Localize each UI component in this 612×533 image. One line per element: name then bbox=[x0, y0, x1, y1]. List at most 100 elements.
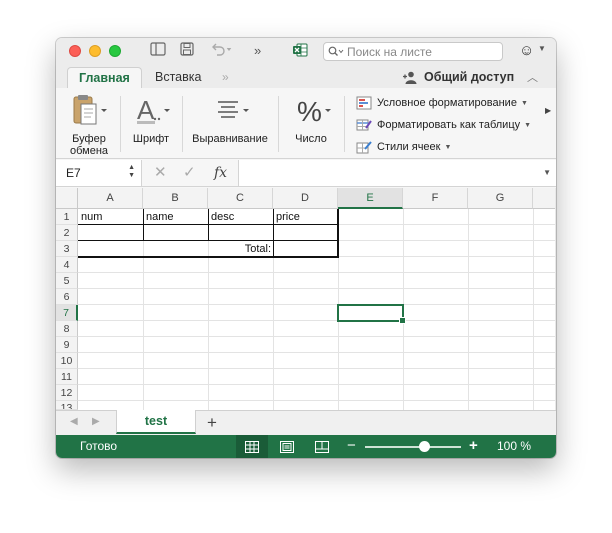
tab-home[interactable]: Главная bbox=[67, 67, 142, 88]
zoom-window-button[interactable] bbox=[109, 45, 121, 57]
active-cell-e7[interactable] bbox=[337, 304, 406, 324]
excel-logo-icon bbox=[292, 42, 308, 60]
column-header-b[interactable]: B bbox=[143, 188, 208, 209]
column-header-c[interactable]: C bbox=[208, 188, 273, 209]
column-header-f[interactable]: F bbox=[403, 188, 468, 209]
grid-line bbox=[78, 304, 556, 305]
save-icon[interactable] bbox=[180, 42, 194, 60]
font-icon: A bbox=[126, 92, 176, 128]
row-header-6[interactable]: 6 bbox=[56, 289, 78, 305]
select-all-corner[interactable] bbox=[56, 188, 78, 209]
cell-styles-button[interactable]: Стили ячеек ▼ bbox=[356, 136, 546, 158]
zoom-slider-track[interactable] bbox=[365, 446, 461, 448]
cell-c3[interactable]: Total: bbox=[209, 241, 273, 257]
row-header-4[interactable]: 4 bbox=[56, 257, 78, 273]
undo-icon[interactable] bbox=[210, 42, 232, 60]
cell-b1[interactable]: name bbox=[144, 209, 176, 225]
close-window-button[interactable] bbox=[69, 45, 81, 57]
column-header-e[interactable]: E bbox=[338, 188, 403, 209]
minimize-window-button[interactable] bbox=[89, 45, 101, 57]
clipboard-label-2: обмена bbox=[69, 145, 109, 157]
title-bar: » Поиск на листе ☺ ▼ bbox=[56, 38, 556, 64]
cell-border bbox=[337, 209, 339, 258]
sheet-tab-test[interactable]: test bbox=[116, 410, 196, 434]
page-layout-view-button[interactable] bbox=[271, 435, 303, 458]
ribbon-divider bbox=[278, 96, 279, 152]
add-sheet-icon[interactable]: + bbox=[207, 413, 217, 433]
zoom-out-button[interactable]: − bbox=[347, 437, 356, 455]
search-field[interactable]: Поиск на листе bbox=[323, 42, 503, 61]
grid-line bbox=[78, 336, 556, 337]
insert-function-icon[interactable]: fx bbox=[214, 164, 227, 182]
grid-line bbox=[78, 384, 556, 385]
chevron-down-icon: ▼ bbox=[524, 121, 532, 129]
cancel-icon[interactable]: ✕ bbox=[154, 164, 167, 182]
feedback-smile-icon[interactable]: ☺ bbox=[519, 42, 534, 60]
conditional-formatting-button[interactable]: Условное форматирование ▼ bbox=[356, 92, 546, 114]
row-header-9[interactable]: 9 bbox=[56, 337, 78, 353]
ribbon-tabs: Главная Вставка » Общий доступ ︿ bbox=[56, 64, 556, 88]
font-label: Шрифт bbox=[132, 133, 170, 145]
ribbon-scroll-right-icon[interactable]: ▶ bbox=[545, 106, 551, 115]
sheet-tab-bar: ◀ ▶ test + bbox=[56, 410, 556, 435]
add-person-icon bbox=[403, 71, 417, 84]
chevron-down-icon[interactable]: ▼ bbox=[543, 168, 551, 177]
format-as-table-button[interactable]: Форматировать как таблицу ▼ bbox=[356, 114, 546, 136]
ribbon-divider bbox=[182, 96, 183, 152]
column-header-a[interactable]: A bbox=[78, 188, 143, 209]
status-ready: Готово bbox=[80, 439, 118, 453]
row-header-1[interactable]: 1 bbox=[56, 209, 78, 225]
cell-d1[interactable]: price bbox=[274, 209, 302, 225]
prev-sheet-icon[interactable]: ◀ bbox=[70, 416, 78, 427]
tab-insert[interactable]: Вставка bbox=[144, 67, 212, 88]
column-header-h[interactable] bbox=[533, 188, 556, 209]
cell-styles-label: Стили ячеек bbox=[377, 141, 441, 153]
next-sheet-icon[interactable]: ▶ bbox=[92, 416, 100, 427]
more-icon[interactable]: » bbox=[254, 42, 261, 60]
row-header-13[interactable]: 13 bbox=[56, 401, 78, 410]
row-header-11[interactable]: 11 bbox=[56, 369, 78, 385]
cell-a1[interactable]: num bbox=[79, 209, 104, 225]
row-header-12[interactable]: 12 bbox=[56, 385, 78, 401]
styles-group: Условное форматирование ▼ Форматировать … bbox=[356, 92, 546, 158]
normal-view-button[interactable] bbox=[236, 435, 268, 458]
page-break-view-button[interactable] bbox=[306, 435, 338, 458]
grid-line bbox=[78, 400, 556, 401]
row-header-8[interactable]: 8 bbox=[56, 321, 78, 337]
share-button[interactable]: Общий доступ bbox=[402, 68, 514, 86]
stepper-icon[interactable]: ▲ ▼ bbox=[128, 164, 135, 180]
grid-line bbox=[78, 288, 556, 289]
vertical-scrollbar[interactable] bbox=[555, 188, 556, 410]
row-header-2[interactable]: 2 bbox=[56, 225, 78, 241]
conditional-formatting-icon bbox=[356, 96, 372, 110]
svg-text:%: % bbox=[297, 96, 322, 127]
zoom-slider-thumb[interactable] bbox=[419, 441, 431, 452]
share-label: Общий доступ bbox=[424, 70, 515, 84]
column-header-d[interactable]: D bbox=[273, 188, 338, 209]
page-layout-icon bbox=[280, 440, 294, 453]
font-group[interactable]: A Шрифт bbox=[126, 92, 176, 145]
row-header-3[interactable]: 3 bbox=[56, 241, 78, 257]
zoom-in-button[interactable]: + bbox=[469, 437, 478, 455]
more-tabs-icon[interactable]: » bbox=[222, 70, 229, 84]
clipboard-group[interactable]: Буфер обмена bbox=[64, 92, 114, 157]
row-header-10[interactable]: 10 bbox=[56, 353, 78, 369]
spreadsheet-grid[interactable]: A B C D E F G 1 2 3 4 5 6 7 8 9 10 11 12… bbox=[56, 188, 556, 410]
number-group[interactable]: % Число bbox=[286, 92, 336, 145]
alignment-label: Выравнивание bbox=[192, 133, 268, 145]
zoom-level[interactable]: 100 % bbox=[497, 439, 531, 454]
name-box[interactable]: E7 ▲ ▼ bbox=[56, 160, 142, 186]
formula-bar: E7 ▲ ▼ ✕ ✓ fx ▼ bbox=[56, 160, 556, 187]
cell-c1[interactable]: desc bbox=[209, 209, 236, 225]
status-bar: Готово − + 100 % bbox=[56, 435, 556, 458]
collapse-ribbon-icon[interactable]: ︿ bbox=[527, 69, 538, 85]
column-header-g[interactable]: G bbox=[468, 188, 533, 209]
name-box-value: E7 bbox=[66, 166, 81, 180]
alignment-group[interactable]: Выравнивание bbox=[190, 92, 270, 145]
row-header-5[interactable]: 5 bbox=[56, 273, 78, 289]
search-icon bbox=[328, 46, 344, 56]
check-icon[interactable]: ✓ bbox=[183, 164, 196, 182]
row-header-7[interactable]: 7 bbox=[56, 305, 78, 321]
formula-input[interactable]: ▼ bbox=[238, 160, 556, 186]
sidebar-icon[interactable] bbox=[150, 42, 166, 60]
